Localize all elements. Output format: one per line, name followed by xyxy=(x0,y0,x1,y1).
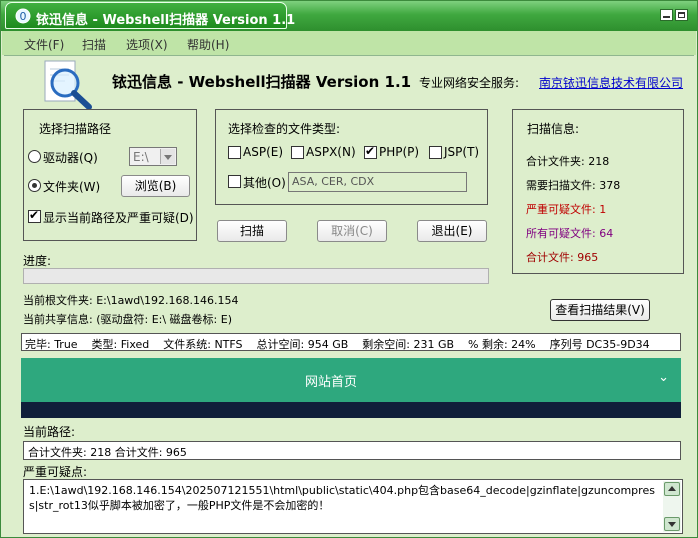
current-path-label: 当前路径: xyxy=(23,425,76,439)
drive-radio[interactable] xyxy=(28,150,41,163)
scan-info-group: 扫描信息: 合计文件夹: 218 需要扫描文件: 378 严重可疑文件: 1 所… xyxy=(512,109,684,274)
checkmark-icon: ✔ xyxy=(29,208,40,222)
serious-suspicious-text: 严重可疑文件: 1 xyxy=(526,203,607,216)
root-folder-text: 当前根文件夹: E:\1awd\192.168.146.154 xyxy=(23,294,239,307)
jsp-checkbox[interactable] xyxy=(429,146,442,159)
folder-radio[interactable] xyxy=(28,179,41,192)
service-label: 专业网络安全服务: xyxy=(419,76,520,90)
other-label: 其他(O) xyxy=(243,176,286,190)
php-label: PHP(P) xyxy=(379,145,420,159)
menu-help[interactable]: 帮助(H) xyxy=(187,36,229,53)
checkmark-icon: ✔ xyxy=(365,144,376,158)
suspicious-label: 严重可疑点: xyxy=(23,465,88,479)
exit-button[interactable]: 退出(E) xyxy=(417,220,487,242)
scan-info-title: 扫描信息: xyxy=(527,122,580,136)
scroll-down-button[interactable] xyxy=(664,517,680,531)
drive-select[interactable]: E:\ xyxy=(129,147,177,166)
all-suspicious-text: 所有可疑文件: 64 xyxy=(526,227,614,240)
other-extensions-input[interactable]: ASA, CER, CDX xyxy=(288,172,467,192)
magnifier-icon xyxy=(44,60,92,110)
jsp-label: JSP(T) xyxy=(444,145,480,159)
drive-label: 驱动器(Q) xyxy=(43,151,98,165)
current-path-value: 合计文件夹: 218 合计文件: 965 xyxy=(28,446,187,459)
menu-separator xyxy=(4,55,694,56)
view-results-button[interactable]: 查看扫描结果(V) xyxy=(550,299,650,321)
minimize-icon xyxy=(663,16,670,18)
maximize-button[interactable] xyxy=(675,9,688,21)
vertical-scrollbar[interactable] xyxy=(663,481,681,532)
scan-button[interactable]: 扫描 xyxy=(217,220,287,242)
chevron-down-icon: ⌄ xyxy=(658,370,669,385)
svg-text:0: 0 xyxy=(20,10,27,23)
need-scan-text: 需要扫描文件: 378 xyxy=(526,179,621,192)
menu-options[interactable]: 选项(X) xyxy=(126,36,168,53)
aspx-checkbox[interactable] xyxy=(291,146,304,159)
show-current-label: 显示当前路径及严重可疑(D) xyxy=(43,211,194,225)
total-folders-text: 合计文件夹: 218 xyxy=(526,155,610,168)
aspx-label: ASPX(N) xyxy=(306,145,356,159)
browse-button[interactable]: 浏览(B) xyxy=(121,175,190,197)
scroll-up-button[interactable] xyxy=(664,482,680,496)
share-info-text: 当前共享信息: (驱动盘符: E:\ 磁盘卷标: E) xyxy=(23,313,232,326)
arrow-down-icon xyxy=(668,522,676,527)
menu-scan[interactable]: 扫描 xyxy=(82,36,106,53)
arrow-up-icon xyxy=(668,486,676,491)
file-type-group: 选择检查的文件类型: ASP(E) ASPX(N) ✔ PHP(P) JSP(T… xyxy=(215,109,488,205)
other-checkbox[interactable] xyxy=(228,175,241,188)
menu-file[interactable]: 文件(F) xyxy=(24,36,64,53)
product-title: 铱迅信息 - Webshell扫描器 Version 1.1 xyxy=(112,73,412,91)
dark-strip xyxy=(21,402,681,418)
suspicious-text: 1.E:\1awd\192.168.146.154\202507121551\h… xyxy=(29,484,655,512)
disk-info-text: 完毕: True 类型: Fixed 文件系统: NTFS 总计空间: 954 … xyxy=(25,338,650,351)
minimize-button[interactable] xyxy=(660,9,673,21)
folder-label: 文件夹(W) xyxy=(43,180,101,194)
window-title: 铱迅信息 - Webshell扫描器 Version 1.1 xyxy=(36,13,296,28)
asp-checkbox[interactable] xyxy=(228,146,241,159)
asp-label: ASP(E) xyxy=(243,145,284,159)
title-tab: 0 铱迅信息 - Webshell扫描器 Version 1.1 xyxy=(5,2,295,29)
radio-dot-icon xyxy=(32,183,37,188)
maximize-icon xyxy=(678,12,685,18)
menu-bar: 文件(F) 扫描 选项(X) 帮助(H) xyxy=(2,31,696,55)
php-checkbox[interactable]: ✔ xyxy=(364,144,377,159)
progress-label: 进度: xyxy=(23,254,52,268)
suspicious-textarea[interactable]: 1.E:\1awd\192.168.146.154\202507121551\h… xyxy=(23,479,683,534)
title-bar: 0 铱迅信息 - Webshell扫描器 Version 1.1 xyxy=(1,1,697,31)
cancel-button[interactable]: 取消(C) xyxy=(317,220,387,242)
drive-value: E:\ xyxy=(133,150,149,164)
company-link[interactable]: 南京铱迅信息技术有限公司 xyxy=(539,74,683,91)
other-extensions-value: ASA, CER, CDX xyxy=(292,175,375,188)
app-icon: 0 xyxy=(15,8,31,24)
app-window: 0 铱迅信息 - Webshell扫描器 Version 1.1 文件(F) 扫… xyxy=(0,0,698,538)
disk-info-bar: 完毕: True 类型: Fixed 文件系统: NTFS 总计空间: 954 … xyxy=(21,333,681,351)
scan-path-group: 选择扫描路径 驱动器(Q) E:\ 文件夹(W) 浏览(B) ✔ 显示当前路径及… xyxy=(23,109,197,241)
website-banner[interactable]: 网站首页 ⌄ xyxy=(21,358,681,402)
total-files-text: 合计文件: 965 xyxy=(526,251,599,264)
scan-path-title: 选择扫描路径 xyxy=(39,122,112,136)
website-banner-title: 网站首页 xyxy=(304,375,357,390)
chevron-down-icon xyxy=(160,149,175,164)
show-current-checkbox[interactable]: ✔ xyxy=(28,208,41,223)
file-type-title: 选择检查的文件类型: xyxy=(228,122,341,136)
current-path-field: 合计文件夹: 218 合计文件: 965 xyxy=(23,441,681,460)
progress-bar xyxy=(23,268,489,284)
